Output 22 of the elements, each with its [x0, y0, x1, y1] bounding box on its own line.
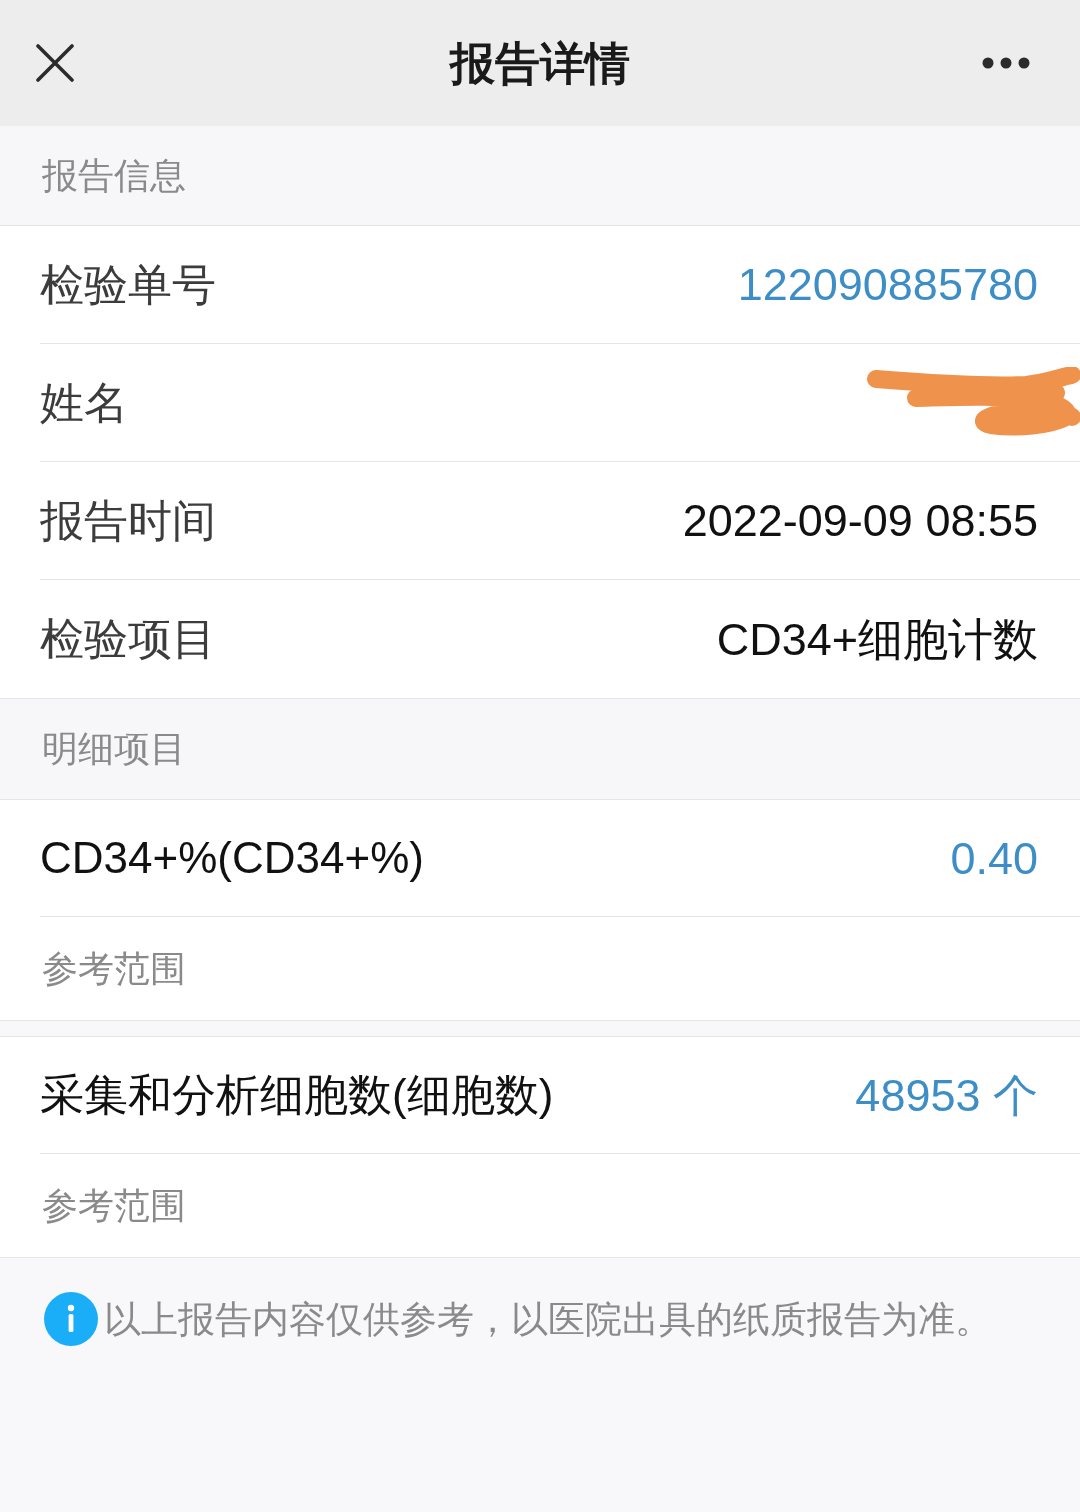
section-title: 报告信息 [42, 157, 186, 194]
reference-range-label: 参考范围 [42, 950, 186, 987]
section-title: 明细项目 [42, 731, 186, 767]
close-icon [36, 44, 74, 82]
close-button[interactable] [36, 44, 74, 82]
test-result-value: 48953 个 [855, 1072, 1038, 1118]
field-label: 检验项目 [40, 617, 216, 661]
reference-range-label: 参考范围 [42, 1187, 186, 1224]
field-label: 检验单号 [40, 262, 216, 307]
test-item-name: CD34+%(CD34+%) [40, 836, 424, 880]
test-item-name: 采集和分析细胞数(细胞数) [40, 1073, 554, 1117]
more-icon [982, 57, 1030, 69]
info-icon [44, 1292, 98, 1346]
test-result-value: 0.40 [950, 835, 1038, 881]
more-button[interactable] [982, 57, 1030, 69]
field-value: 2022-09-09 08:55 [682, 498, 1038, 543]
field-value: 122090885780 [737, 262, 1038, 307]
page-title: 报告详情 [450, 40, 630, 86]
field-label: 姓名 [40, 380, 128, 425]
disclaimer-text: 以上报告内容仅供参考，以医院出具的纸质报告为准。 [104, 1300, 992, 1338]
field-value: CD34+细胞计数 [716, 616, 1038, 662]
field-label: 报告时间 [40, 498, 216, 543]
